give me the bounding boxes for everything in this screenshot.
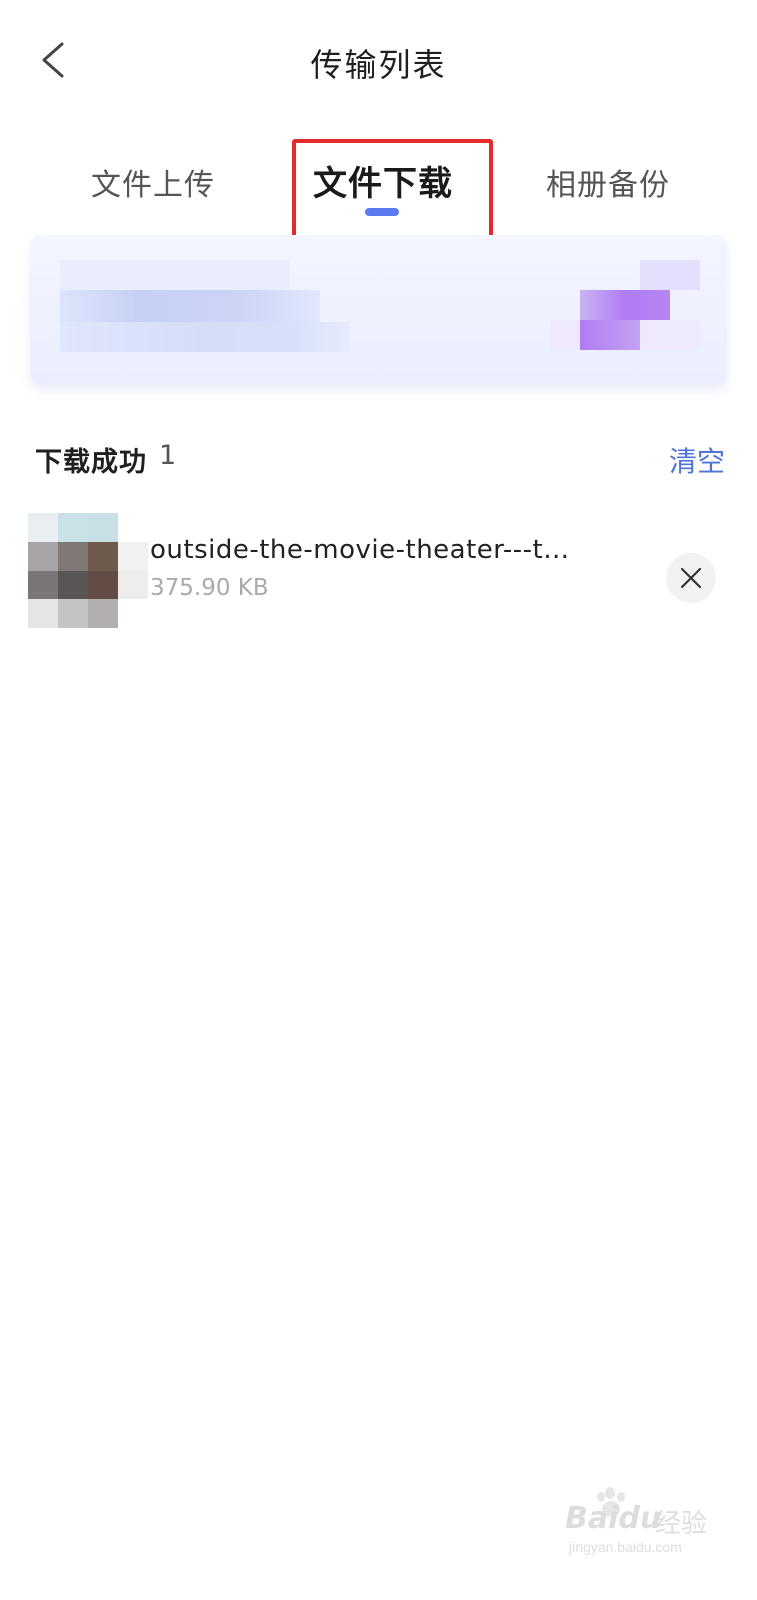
tab-file-download[interactable]: 文件下载 — [293, 156, 473, 205]
section-title: 下载成功 — [35, 447, 147, 478]
file-thumbnail — [28, 513, 148, 628]
banner-mosaic — [580, 290, 670, 320]
watermark-brand-cn: 经验 — [655, 1509, 708, 1539]
watermark-brand: Bai — [565, 1501, 619, 1536]
section-count: 1 — [159, 440, 177, 471]
banner-mosaic — [580, 320, 640, 350]
tab-album-backup[interactable]: 相册备份 — [518, 160, 698, 204]
file-size: 375.90 KB — [150, 575, 269, 601]
close-icon — [680, 567, 702, 589]
tab-file-upload[interactable]: 文件上传 — [63, 160, 243, 204]
nav-bar: 传输列表 — [0, 0, 757, 120]
page-title: 传输列表 — [310, 46, 447, 84]
baidu-jingyan-watermark: Baidu 经验 jingyan.baidu.com — [565, 1483, 735, 1563]
file-name: outside-the-movie-theater---t… — [150, 535, 570, 565]
banner-mosaic — [640, 260, 700, 290]
active-tab-indicator — [365, 208, 399, 216]
watermark-url: jingyan.baidu.com — [569, 1539, 682, 1555]
download-success-header: 下载成功 1 清空 — [35, 440, 725, 480]
clear-button[interactable]: 清空 — [669, 440, 725, 480]
banner-mosaic — [60, 322, 350, 352]
file-list-item[interactable]: outside-the-movie-theater---t… 375.90 KB — [0, 505, 757, 635]
promo-banner[interactable] — [30, 235, 727, 385]
banner-mosaic — [60, 290, 320, 322]
tab-bar: 文件上传 文件下载 相册备份 — [0, 140, 757, 240]
banner-mosaic — [60, 260, 290, 290]
remove-file-button[interactable] — [666, 553, 716, 603]
